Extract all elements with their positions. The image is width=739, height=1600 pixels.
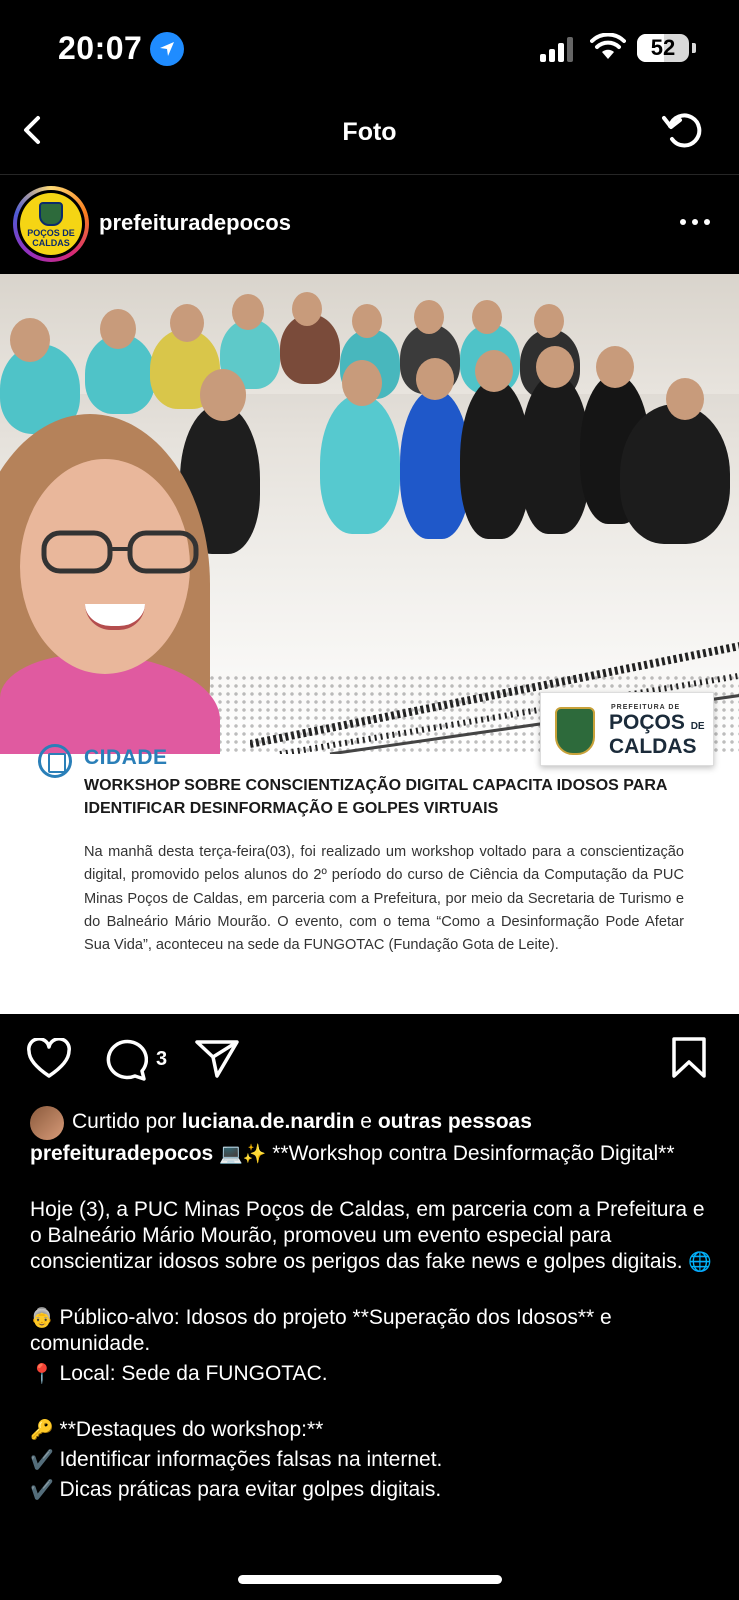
photo-person-head	[416, 358, 454, 400]
comment-count: 3	[156, 1048, 168, 1070]
photo-person-head	[534, 304, 564, 338]
key-emoji: 🔑	[30, 1419, 54, 1441]
status-bar: 20:07 52	[0, 0, 739, 96]
story-ring[interactable]: POÇOS DE CALDAS	[13, 186, 89, 262]
caption-local: Local: Sede da FUNGOTAC.	[59, 1362, 328, 1385]
status-time: 20:07	[58, 30, 143, 66]
photo-person-head	[666, 378, 704, 420]
photo-person	[320, 394, 400, 534]
older-woman-emoji: 👵	[30, 1307, 54, 1329]
photo-person-head	[414, 300, 444, 334]
photo-person-head	[472, 300, 502, 334]
likes-row[interactable]: Curtido por luciana.de.nardin e outras p…	[30, 1104, 730, 1142]
logo-de: DE	[690, 721, 705, 732]
post-actions: 3	[0, 1016, 739, 1104]
caption-title: **Workshop contra Desinformação Digital*…	[272, 1142, 675, 1165]
caption-paragraph: Hoje (3), a PUC Minas Poços de Caldas, e…	[30, 1198, 705, 1273]
avatar-text: POÇOS DE CALDAS	[27, 228, 75, 248]
avatar-logo: POÇOS DE CALDAS	[20, 193, 82, 255]
photo-person-head	[200, 369, 246, 421]
crest-icon	[555, 707, 595, 755]
likes-prefix: Curtido por	[72, 1110, 176, 1133]
photo-person	[620, 404, 730, 544]
post-header: POÇOS DE CALDAS prefeituradepocos	[0, 176, 739, 272]
wifi-icon	[590, 33, 626, 59]
cellular-signal-icon	[540, 36, 578, 62]
caption-destaques: **Destaques do workshop:**	[59, 1418, 324, 1441]
heart-icon[interactable]	[26, 1038, 72, 1080]
article-headline: WORKSHOP SOBRE CONSCIENTIZAÇÃO DIGITAL C…	[84, 777, 667, 817]
photo-person-head	[596, 346, 634, 388]
logo-line2: CALDAS	[609, 735, 697, 758]
avatar[interactable]: POÇOS DE CALDAS	[17, 190, 85, 258]
photo-person-head	[10, 318, 50, 362]
photo-person-head	[342, 360, 382, 406]
battery-nub	[692, 43, 696, 53]
section-label: CIDADE	[84, 746, 168, 769]
top-nav-bar: Foto	[0, 96, 739, 175]
logo-line1: POÇOS	[609, 711, 685, 734]
city-logo: PREFEITURA DE POÇOS DE CALDAS	[540, 692, 714, 766]
likes-others-link[interactable]: outras pessoas	[378, 1110, 532, 1133]
photo-person-head	[232, 294, 264, 330]
logo-title: POÇOS DE CALDAS	[609, 711, 705, 758]
logo-small-text: PREFEITURA DE	[611, 704, 681, 711]
post-username[interactable]: prefeituradepocos	[99, 210, 291, 236]
post-caption: prefeituradepocos 💻✨ **Workshop contra D…	[30, 1141, 720, 1503]
crest-icon	[39, 202, 63, 226]
battery-icon: 52	[637, 34, 689, 62]
group-photo	[0, 274, 739, 754]
location-arrow-icon	[150, 32, 184, 66]
photo-person-head	[475, 350, 513, 392]
photo-person-head	[292, 292, 322, 326]
photo-person-head	[170, 304, 204, 342]
more-options-icon[interactable]	[680, 212, 714, 232]
photo-person-head	[352, 304, 382, 338]
laptop-sparkles-emoji: 💻✨	[219, 1143, 267, 1165]
building-icon	[38, 744, 72, 778]
caption-username[interactable]: prefeituradepocos	[30, 1142, 213, 1165]
photo-person-head	[100, 309, 136, 349]
photo-person-head	[536, 346, 574, 388]
likes-text: Curtido por luciana.de.nardin e outras p…	[72, 1110, 532, 1134]
check-emoji: ✔️	[30, 1479, 54, 1501]
liker-username[interactable]: luciana.de.nardin	[182, 1110, 355, 1133]
likes-conj: e	[360, 1110, 372, 1133]
comment-icon[interactable]	[102, 1038, 148, 1082]
page-title: Foto	[342, 118, 397, 146]
globe-emoji: 🌐	[688, 1251, 713, 1273]
article-body: Na manhã desta terça-feira(03), foi real…	[84, 844, 684, 954]
battery-percent: 52	[650, 35, 676, 60]
glasses-icon	[41, 530, 199, 574]
caption-item-1: Identificar informações falsas na intern…	[59, 1448, 443, 1471]
share-icon[interactable]	[194, 1038, 240, 1080]
pin-emoji: 📍	[30, 1363, 54, 1385]
liker-avatar[interactable]	[30, 1106, 64, 1140]
caption-publico: Público-alvo: Idosos do projeto **Supera…	[30, 1306, 612, 1355]
caption-item-2: Dicas práticas para evitar golpes digita…	[59, 1478, 442, 1501]
bookmark-icon[interactable]	[670, 1036, 708, 1080]
refresh-icon[interactable]	[660, 106, 708, 154]
home-indicator[interactable]	[238, 1575, 502, 1584]
check-emoji: ✔️	[30, 1449, 54, 1471]
post-image[interactable]: PREFEITURA DE POÇOS DE CALDAS CIDADE WOR…	[0, 274, 739, 1014]
